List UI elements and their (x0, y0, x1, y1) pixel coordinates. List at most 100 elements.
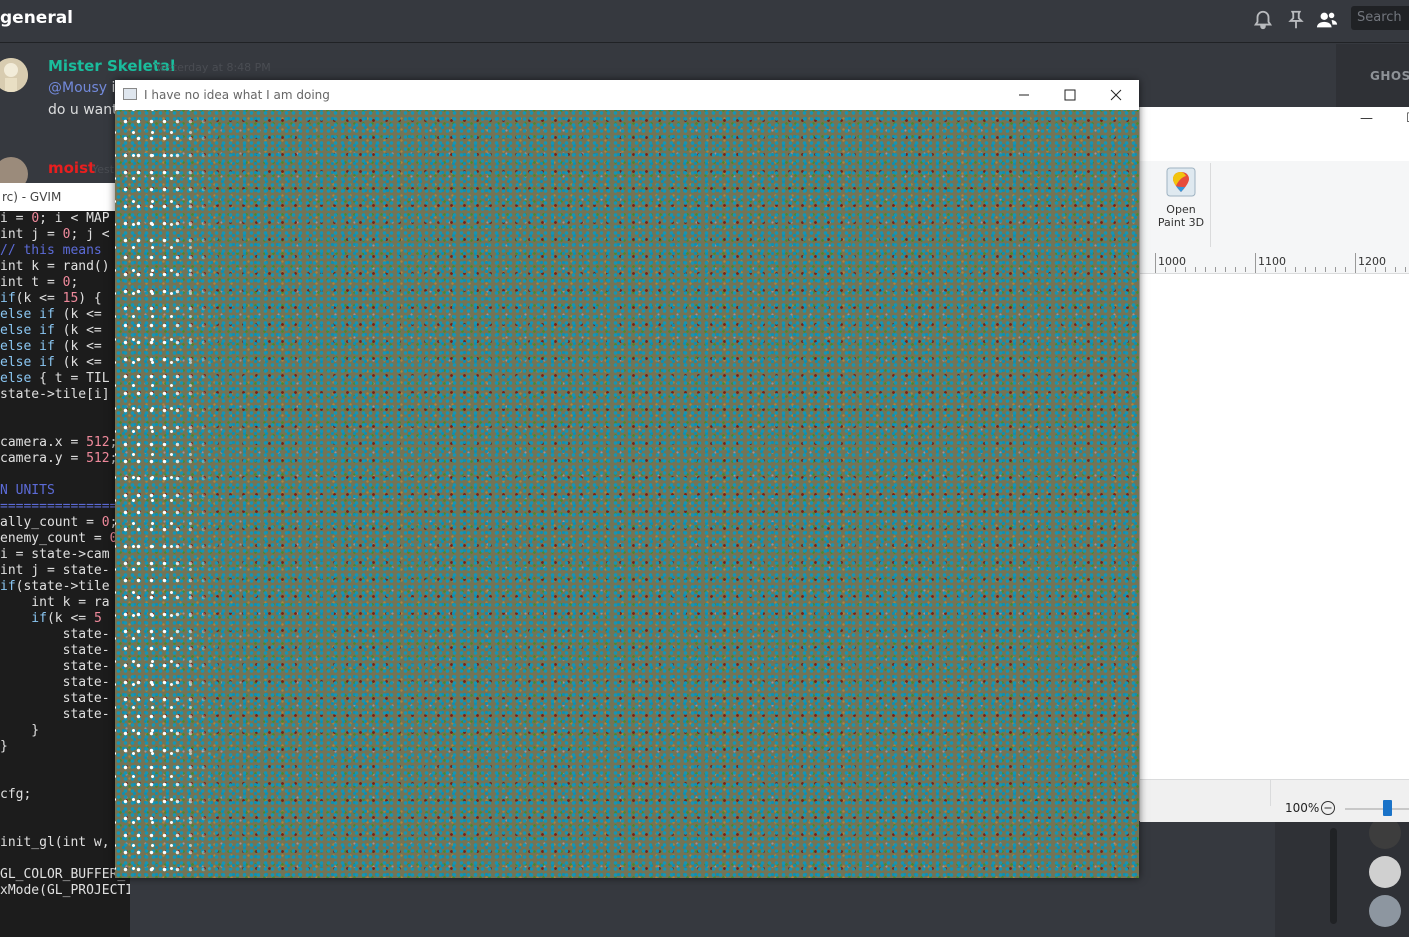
paint-window[interactable]: — ☐ Open Paint 3D 1000 1100 1200 100% (1139, 107, 1409, 822)
ruler-tick (1155, 267, 1156, 272)
ruler-tick (1375, 267, 1376, 272)
scrollbar[interactable] (1330, 828, 1337, 924)
discord-header: general Search (0, 0, 1409, 43)
code-line[interactable]: enemy_count = 0 (0, 531, 117, 547)
code-line[interactable]: state- (0, 643, 110, 659)
code-line[interactable]: else if (k <= (0, 355, 102, 371)
tilemap-canvas[interactable] (115, 110, 1139, 878)
ruler-tick (1175, 267, 1176, 272)
ruler-tick (1405, 267, 1406, 272)
code-comment: N UNITS (0, 483, 55, 498)
code-text: cfg; (0, 787, 32, 802)
ruler-label: 1100 (1258, 255, 1286, 268)
zoom-out-icon[interactable] (1320, 800, 1336, 816)
code-line[interactable]: ally_count = 0; (0, 515, 117, 531)
game-window[interactable]: I have no idea what I am doing (115, 80, 1139, 878)
ruler-tick (1235, 267, 1236, 272)
minimize-button[interactable] (1001, 80, 1047, 110)
ruler-tick (1335, 267, 1336, 272)
ruler-tick (1265, 267, 1266, 272)
window-titlebar[interactable]: I have no idea what I am doing (115, 80, 1139, 110)
code-line[interactable]: else if (k <= (0, 307, 102, 323)
code-line[interactable]: camera.y = 512; (0, 451, 117, 467)
code-line[interactable]: else if (k <= (0, 323, 102, 339)
code-line[interactable]: if(state->tile (0, 579, 110, 595)
open-paint3d-button[interactable]: Open Paint 3D (1154, 167, 1208, 247)
code-line[interactable]: state- (0, 659, 110, 675)
code-text: ; (70, 275, 79, 290)
code-text: (k <= (54, 307, 102, 322)
member-group-heading: GHOST (1370, 69, 1409, 83)
code-text: ally_count = (0, 515, 102, 530)
ruler-label: 1200 (1358, 255, 1386, 268)
code-line[interactable]: int j = state- (0, 563, 110, 579)
code-line[interactable]: state- (0, 691, 110, 707)
code-text: camera.x = (0, 435, 87, 450)
code-line[interactable]: cfg; (0, 787, 31, 803)
code-line[interactable]: // this means (0, 243, 102, 259)
message-text-line: do u want (48, 102, 118, 118)
code-line[interactable]: N UNITS (0, 483, 55, 499)
ruler-tick (1275, 267, 1276, 272)
code-line[interactable]: int k = ra (0, 595, 109, 611)
code-line[interactable]: xMode(GL_PROJECTION); (0, 883, 130, 899)
code-text: state->tile[i] (0, 387, 110, 402)
bell-icon[interactable] (1252, 9, 1274, 31)
code-keyword: if (0, 579, 16, 594)
code-line[interactable]: int k = rand() (0, 259, 110, 275)
pin-icon[interactable] (1285, 9, 1307, 31)
message-timestamp: Yesterday at 8:48 PM (155, 61, 271, 74)
window-title: I have no idea what I am doing (144, 88, 330, 102)
code-keyword: else if (0, 323, 55, 338)
code-line[interactable]: init_gl(int w, int h) (0, 835, 130, 851)
code-text: state- (0, 707, 110, 722)
code-text: state- (0, 675, 110, 690)
avatar[interactable] (1369, 856, 1401, 888)
code-text: (k <= (54, 323, 102, 338)
ruler-tick (1355, 267, 1356, 272)
code-text: i = state->cam (0, 547, 110, 562)
code-line[interactable]: if(k <= 15) { (0, 291, 102, 307)
code-line[interactable]: int j = 0; j < (0, 227, 110, 243)
code-keyword: else if (0, 339, 55, 354)
zoom-slider-thumb[interactable] (1383, 800, 1392, 816)
code-line[interactable]: if(k <= 5 (0, 611, 101, 627)
code-text: int k = rand() (0, 259, 110, 274)
close-button[interactable] (1093, 80, 1139, 110)
code-line[interactable]: else if (k <= (0, 339, 102, 355)
code-line[interactable]: state->tile[i] (0, 387, 110, 403)
code-line[interactable]: else { t = TIL (0, 371, 110, 387)
code-text: ) { (78, 291, 102, 306)
zoom-slider[interactable] (1345, 808, 1409, 810)
code-line[interactable]: state- (0, 675, 110, 691)
code-line[interactable]: GL_COLOR_BUFFER_BIT); (0, 867, 130, 883)
code-line[interactable]: } (0, 739, 8, 755)
code-text: (k <= (15, 291, 63, 306)
code-line[interactable]: camera.x = 512; (0, 435, 117, 451)
code-line[interactable]: i = 0; i < MAP (0, 211, 110, 227)
code-text: (k <= (54, 355, 102, 370)
members-icon[interactable] (1315, 9, 1339, 31)
message-timestamp: Yest (92, 163, 115, 176)
code-line[interactable]: int t = 0; (0, 275, 78, 291)
search-input[interactable]: Search (1351, 6, 1409, 30)
user-mention[interactable]: @Mousy (48, 80, 107, 96)
gvim-title: rc) - GVIM (0, 183, 130, 211)
maximize-icon (1064, 89, 1076, 101)
minimize-button[interactable]: — (1360, 111, 1373, 126)
avatar[interactable] (0, 58, 28, 92)
code-line[interactable]: state- (0, 627, 110, 643)
discord-logo-icon[interactable] (1369, 895, 1401, 927)
ruler-tick (1295, 267, 1296, 272)
code-line[interactable]: state- (0, 707, 110, 723)
maximize-button[interactable] (1047, 80, 1093, 110)
code-text: GL_COLOR_BUFFER_BIT); (0, 867, 130, 882)
ruler-tick (1345, 267, 1346, 272)
message-author[interactable]: moist (48, 159, 95, 177)
paint3d-icon (1166, 167, 1196, 197)
code-text: state- (0, 659, 110, 674)
code-line[interactable]: } (0, 723, 39, 739)
code-line[interactable]: ================ (0, 499, 125, 515)
code-line[interactable]: i = state->cam (0, 547, 110, 563)
gvim-window[interactable]: rc) - GVIM i = 0; i < MAP int j = 0; j < /… (0, 183, 130, 937)
